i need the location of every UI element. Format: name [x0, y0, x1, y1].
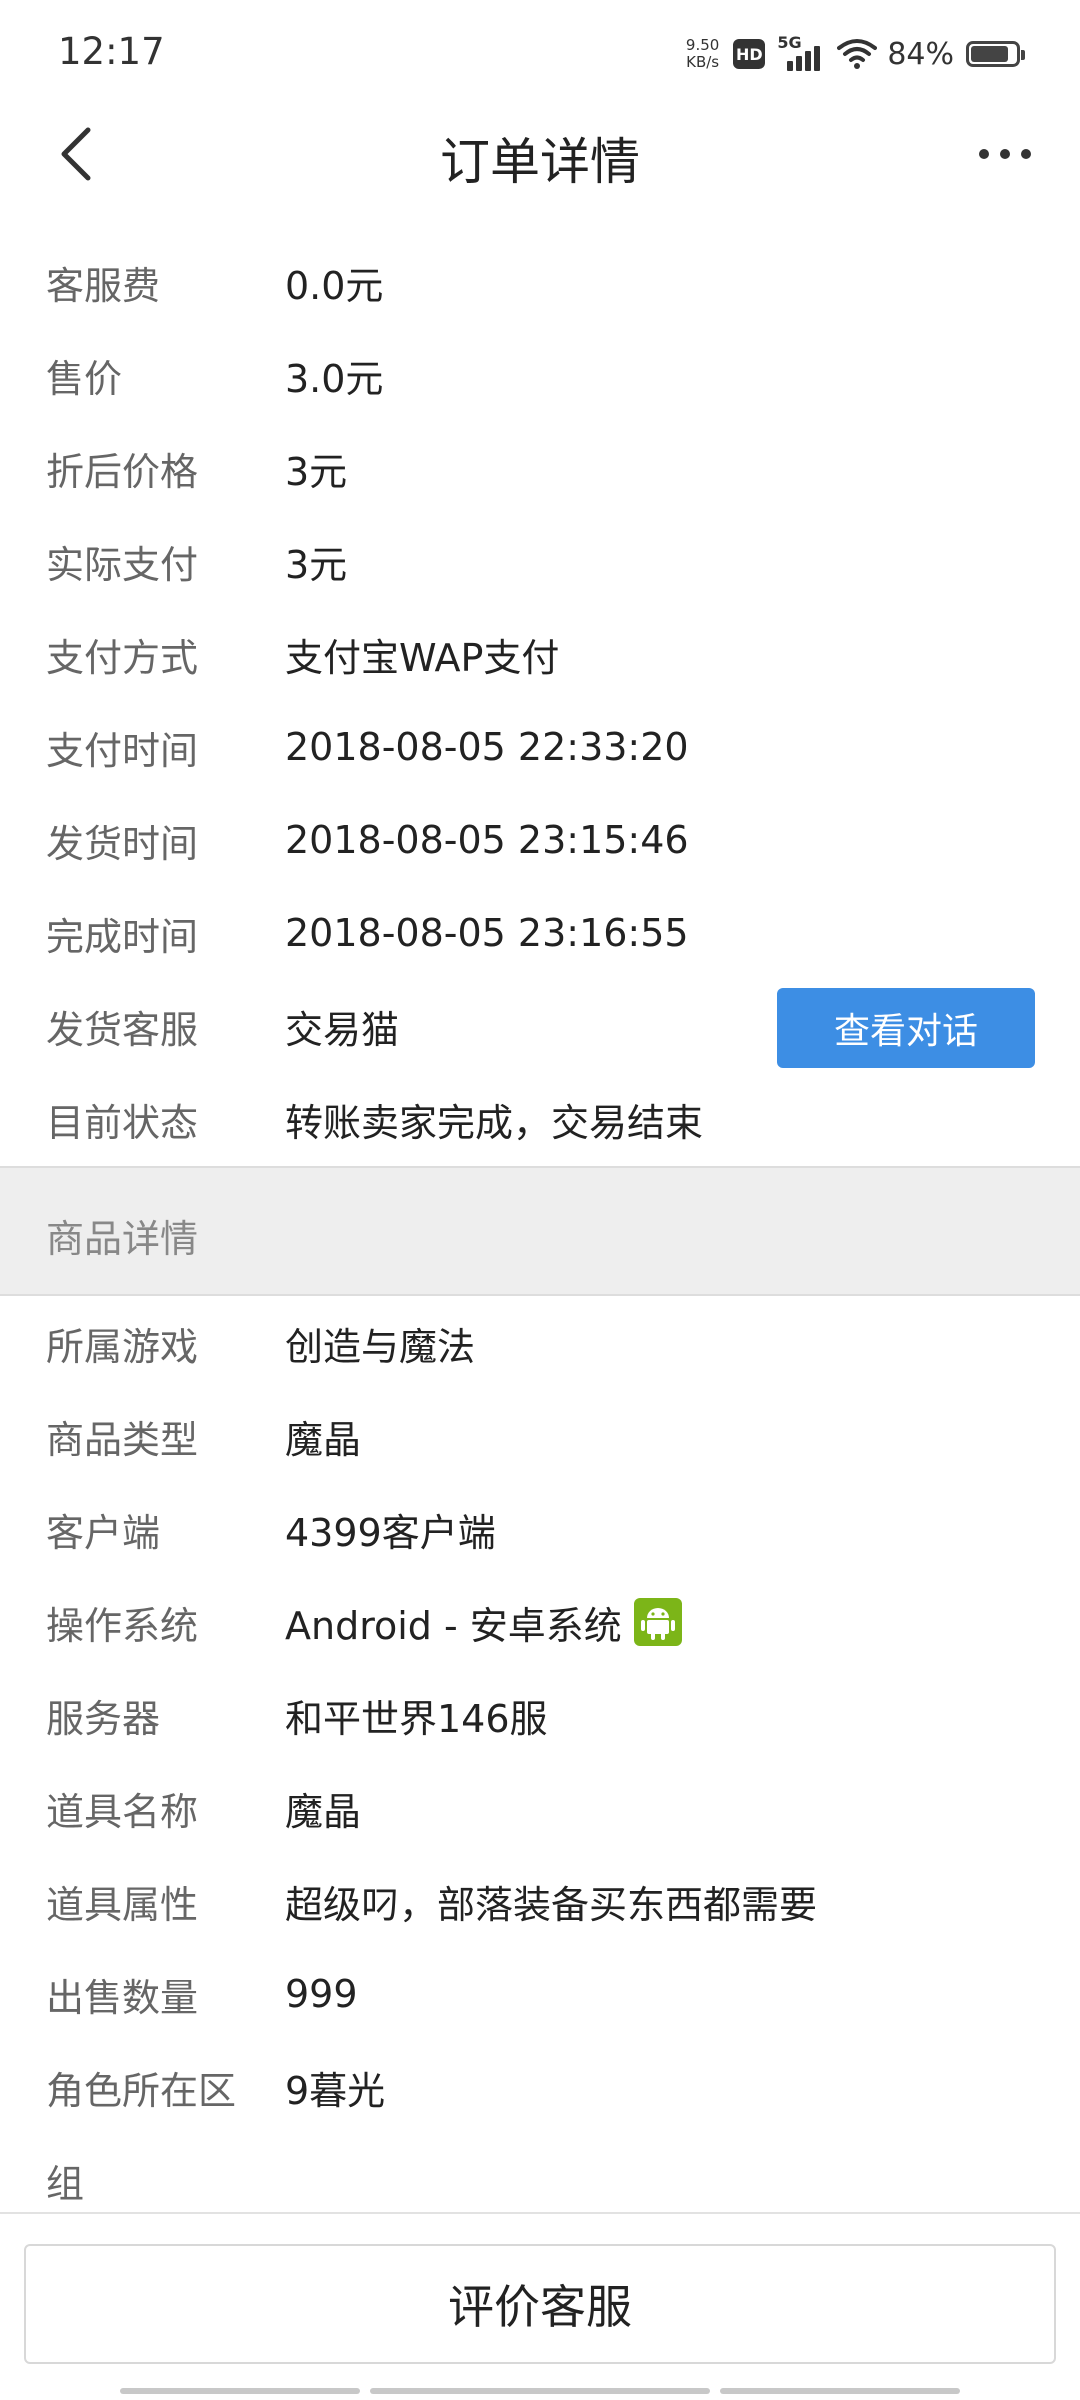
- wifi-icon: [837, 39, 878, 69]
- status-icons: 9.50 KB/s HD 5G 84%: [686, 30, 1025, 78]
- row-label: 发货时间: [46, 821, 199, 866]
- row-label: 客户端: [46, 1510, 161, 1555]
- order-row-actual-payment: 实际支付 3元: [0, 515, 1080, 607]
- battery-fill: [971, 46, 1008, 62]
- order-row-payment-time: 支付时间 2018-08-05 22:33:20: [0, 701, 1080, 793]
- page-title: 订单详情: [440, 133, 640, 191]
- row-value: 和平世界146服: [285, 1696, 548, 1741]
- network-type-label: 5G: [777, 33, 802, 52]
- android-icon: [633, 1598, 682, 1646]
- network-speed-unit: KB/s: [686, 53, 720, 71]
- rate-service-button[interactable]: 评价客服: [24, 2244, 1056, 2364]
- row-value: 3.0元: [285, 356, 384, 401]
- goods-row-item-name: 道具名称 魔晶: [0, 1762, 1080, 1854]
- row-value: 0.0元: [285, 263, 384, 308]
- order-row-service-fee: 客服费 0.0元: [0, 236, 1080, 328]
- row-value: 支付宝WAP支付: [285, 635, 560, 680]
- status-time: 12:17: [58, 30, 165, 73]
- row-label: 操作系统: [46, 1603, 199, 1648]
- row-label: 出售数量: [46, 1975, 199, 2020]
- more-horizontal-icon: [979, 149, 1031, 159]
- order-row-price: 售价 3.0元: [0, 329, 1080, 421]
- row-label: 发货客服: [46, 1007, 199, 1052]
- row-value: 3元: [285, 449, 348, 494]
- goods-row-game: 所属游戏 创造与魔法: [0, 1297, 1080, 1389]
- goods-section-header: 商品详情: [0, 1166, 1080, 1296]
- row-label: 实际支付: [46, 542, 199, 587]
- row-label: 道具名称: [46, 1789, 199, 1834]
- hd-icon: HD: [733, 39, 766, 69]
- row-value: 2018-08-05 23:15:46: [285, 818, 689, 862]
- os-value-text: Android - 安卓系统: [285, 1603, 622, 1648]
- network-speed-value: 9.50: [685, 36, 720, 54]
- row-value: 转账卖家完成，交易结束: [285, 1100, 704, 1145]
- row-value: 4399客户端: [285, 1510, 496, 1555]
- row-label: 角色所在区: [46, 2068, 237, 2113]
- row-value: 3元: [285, 542, 348, 587]
- row-value: 超级叼，部落装备买东西都需要: [285, 1882, 818, 1927]
- row-value: 创造与魔法: [285, 1324, 476, 1369]
- row-label: 客服费: [46, 263, 161, 308]
- more-button[interactable]: [960, 114, 1050, 194]
- nav-bar: 订单详情: [0, 100, 1080, 206]
- order-row-payment-method: 支付方式 支付宝WAP支付: [0, 608, 1080, 700]
- row-value: 2018-08-05 23:16:55: [285, 911, 689, 955]
- status-bar: 12:17 9.50 KB/s HD 5G 84%: [0, 0, 1080, 100]
- row-label: 目前状态: [46, 1100, 199, 1145]
- row-label: 服务器: [46, 1696, 161, 1741]
- row-label: 完成时间: [46, 914, 199, 959]
- row-value: 9暮光: [285, 2068, 386, 2113]
- row-label: 所属游戏: [46, 1324, 199, 1369]
- row-value: 交易猫: [285, 1007, 400, 1052]
- battery-icon: [966, 41, 1025, 67]
- view-chat-button[interactable]: 查看对话: [777, 988, 1035, 1068]
- row-value: Android - 安卓系统: [285, 1595, 682, 1650]
- goods-row-os: 操作系统 Android - 安卓系统: [0, 1576, 1080, 1668]
- section-title: 商品详情: [46, 1217, 199, 1261]
- row-value: 魔晶: [285, 1789, 362, 1834]
- scroll-indicator: [120, 2388, 960, 2396]
- order-row-status: 目前状态 转账卖家完成，交易结束: [0, 1073, 1080, 1165]
- goods-row-item-attr: 道具属性 超级叼，部落装备买东西都需要: [0, 1855, 1080, 1947]
- battery-percent: 84%: [887, 36, 954, 72]
- goods-row-role-zone: 角色所在区 9暮光: [0, 2041, 1080, 2133]
- divider: [0, 2212, 1080, 2214]
- row-label: 售价: [46, 356, 123, 401]
- row-value: 2018-08-05 22:33:20: [285, 725, 689, 769]
- goods-row-server: 服务器 和平世界146服: [0, 1669, 1080, 1761]
- row-value: 魔晶: [285, 1417, 362, 1462]
- row-value: 999: [285, 1972, 358, 2016]
- row-label: 支付时间: [46, 728, 199, 773]
- goods-row-client: 客户端 4399客户端: [0, 1483, 1080, 1575]
- goods-row-quantity: 出售数量 999: [0, 1948, 1080, 2040]
- row-label: 组: [46, 2161, 85, 2206]
- row-label: 折后价格: [46, 449, 199, 494]
- network-speed: 9.50 KB/s: [686, 37, 719, 71]
- order-row-discount-price: 折后价格 3元: [0, 422, 1080, 514]
- row-label: 商品类型: [46, 1417, 199, 1462]
- goods-row-type: 商品类型 魔晶: [0, 1390, 1080, 1482]
- order-row-ship-time: 发货时间 2018-08-05 23:15:46: [0, 794, 1080, 886]
- signal-icon: 5G: [777, 33, 823, 71]
- row-label: 道具属性: [46, 1882, 199, 1927]
- row-label: 支付方式: [46, 635, 199, 680]
- order-row-complete-time: 完成时间 2018-08-05 23:16:55: [0, 887, 1080, 979]
